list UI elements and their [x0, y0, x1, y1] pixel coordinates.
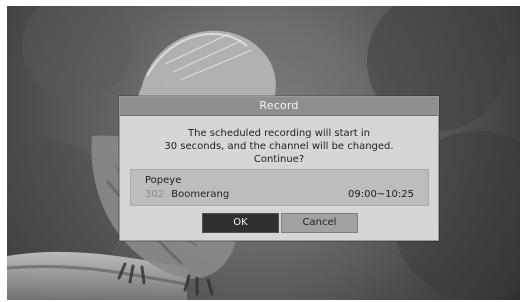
dialog-message: The scheduled recording will start in 30…: [120, 127, 438, 166]
program-time-range: 09:00~10:25: [347, 189, 414, 200]
ok-button[interactable]: OK: [202, 213, 279, 233]
dialog-message-line-1: The scheduled recording will start in: [188, 128, 370, 139]
screen-frame: Record The scheduled recording will star…: [0, 0, 525, 302]
tv-screen: Record The scheduled recording will star…: [7, 6, 520, 300]
cancel-button[interactable]: Cancel: [281, 213, 358, 233]
dialog-title: Record: [259, 99, 299, 112]
record-dialog: Record The scheduled recording will star…: [119, 96, 439, 241]
program-info-box: Popeye 302 Boomerang 09:00~10:25: [130, 169, 429, 206]
program-title: Popeye: [145, 175, 182, 186]
dialog-message-line-3: Continue?: [253, 154, 305, 165]
channel-info: 302 Boomerang: [145, 189, 229, 200]
channel-name: Boomerang: [171, 189, 230, 200]
channel-number: 302: [145, 189, 165, 200]
dialog-titlebar: Record: [120, 97, 438, 116]
dialog-message-line-2: 30 seconds, and the channel will be chan…: [164, 141, 394, 152]
